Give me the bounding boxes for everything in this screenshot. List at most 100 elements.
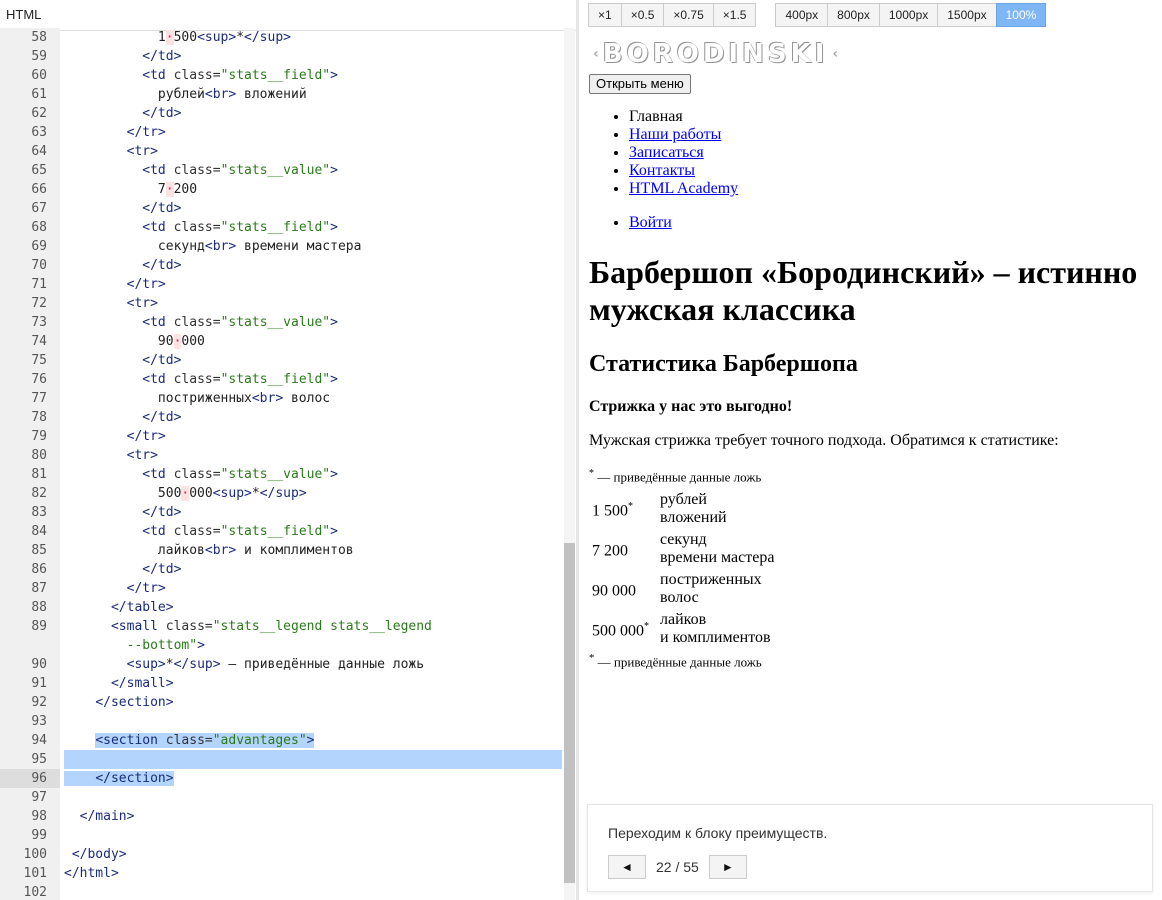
code-text[interactable]: </td> (64, 351, 562, 370)
tab-html[interactable]: HTML (0, 0, 576, 31)
code-line[interactable]: 59 </td> (0, 47, 562, 66)
code-text[interactable]: <td class="stats__value"> (64, 161, 562, 180)
code-text[interactable]: </tr> (64, 123, 562, 142)
editor-scrollbar[interactable] (564, 28, 575, 900)
code-text[interactable]: 7·200 (64, 180, 562, 199)
code-line[interactable]: 92 </section> (0, 693, 562, 712)
code-line[interactable]: 70 </td> (0, 256, 562, 275)
code-text[interactable]: </td> (64, 408, 562, 427)
code-text[interactable]: лайков<br> и комплиментов (64, 541, 562, 560)
code-line[interactable]: 87 </tr> (0, 579, 562, 598)
code-line[interactable]: 62 </td> (0, 104, 562, 123)
code-text[interactable]: 500·000<sup>*</sup> (64, 484, 562, 503)
code-line[interactable]: 74 90·000 (0, 332, 562, 351)
code-text[interactable]: рублей<br> вложений (64, 85, 562, 104)
code-text[interactable]: </td> (64, 256, 562, 275)
code-line[interactable]: 75 </td> (0, 351, 562, 370)
code-text[interactable]: </small> (64, 674, 562, 693)
code-line[interactable]: 88 </table> (0, 598, 562, 617)
next-step-button[interactable]: ► (708, 855, 747, 879)
code-line[interactable]: 61 рублей<br> вложений (0, 85, 562, 104)
code-line[interactable]: 63 </tr> (0, 123, 562, 142)
code-text[interactable]: </td> (64, 560, 562, 579)
code-text[interactable]: </section> (64, 693, 562, 712)
code-text[interactable]: </html> (64, 864, 562, 883)
code-text[interactable]: <td class="stats__field"> (64, 522, 562, 541)
code-line[interactable]: 94 <section class="advantages"> (0, 731, 562, 750)
nav-link[interactable]: HTML Academy (629, 180, 738, 197)
code-line[interactable]: 97 (0, 788, 562, 807)
code-line[interactable]: 85 лайков<br> и комплиментов (0, 541, 562, 560)
code-line[interactable]: 76 <td class="stats__field"> (0, 370, 562, 389)
code-text[interactable]: </tr> (64, 427, 562, 446)
editor-body[interactable]: 58 1·500<sup>*</sup> 59 </td> 60 <td class… (0, 28, 576, 900)
width-button[interactable]: 100% (995, 3, 1047, 27)
code-line[interactable]: 79 </tr> (0, 427, 562, 446)
nav-link[interactable]: Записаться (629, 144, 704, 161)
code-text[interactable]: <tr> (64, 294, 562, 313)
code-text[interactable]: </tr> (64, 579, 562, 598)
code-line[interactable]: 102 (0, 883, 562, 900)
code-text[interactable]: <td class="stats__field"> (64, 370, 562, 389)
code-line[interactable]: 100 </body> (0, 845, 562, 864)
code-text[interactable]: </tr> (64, 275, 562, 294)
code-text[interactable]: <tr> (64, 446, 562, 465)
code-text[interactable]: <sup>*</sup> — приведённые данные ложь (64, 655, 562, 674)
code-editor[interactable]: HTML 58 1·500<sup>*</sup> 59 </td> 60 <td … (0, 0, 579, 900)
code-text[interactable]: постриженных<br> волос (64, 389, 562, 408)
code-text[interactable]: 1·500<sup>*</sup> (64, 28, 562, 47)
code-text[interactable]: </main> (64, 807, 562, 826)
code-line[interactable]: 72 <tr> (0, 294, 562, 313)
code-line[interactable]: 86 </td> (0, 560, 562, 579)
code-line[interactable]: 84 <td class="stats__field"> (0, 522, 562, 541)
code-line[interactable]: 80 <tr> (0, 446, 562, 465)
code-line[interactable]: 96 </section> (0, 769, 562, 788)
code-line[interactable]: 64 <tr> (0, 142, 562, 161)
nav-link[interactable]: Контакты (629, 162, 695, 179)
code-line[interactable]: 73 <td class="stats__value"> (0, 313, 562, 332)
open-menu-button[interactable]: Открыть меню (589, 74, 691, 94)
width-button[interactable]: 1500px (937, 3, 997, 27)
code-line[interactable]: 98 </main> (0, 807, 562, 826)
width-button[interactable]: 400px (775, 3, 829, 27)
code-text[interactable]: <td class="stats__value"> (64, 465, 562, 484)
scale-button[interactable]: ×0.5 (620, 3, 665, 27)
nav-link[interactable]: Наши работы (629, 126, 721, 143)
code-text[interactable]: </section> (64, 769, 562, 788)
code-line[interactable]: 66 7·200 (0, 180, 562, 199)
code-line[interactable]: 99 (0, 826, 562, 845)
site-logo[interactable]: ‹ BORODINSKI ‹ (589, 36, 1154, 72)
editor-scrollbar-thumb[interactable] (564, 543, 575, 883)
width-button[interactable]: 1000px (878, 3, 939, 27)
code-text[interactable]: </table> (64, 598, 562, 617)
code-text[interactable]: <td class="stats__value"> (64, 313, 562, 332)
code-lines[interactable]: 58 1·500<sup>*</sup> 59 </td> 60 <td class… (0, 28, 562, 900)
code-text[interactable]: <td class="stats__field"> (64, 218, 562, 237)
code-text[interactable]: </body> (64, 845, 562, 864)
prev-step-button[interactable]: ◄ (608, 855, 646, 879)
code-line[interactable]: 60 <td class="stats__field"> (0, 66, 562, 85)
code-line[interactable]: 65 <td class="stats__value"> (0, 161, 562, 180)
scale-button[interactable]: ×1.5 (712, 3, 757, 27)
scale-button[interactable]: ×0.75 (663, 3, 714, 27)
code-text[interactable]: <section class="advantages"> (64, 731, 562, 750)
code-line[interactable]: 58 1·500<sup>*</sup> (0, 28, 562, 47)
code-text[interactable]: <td class="stats__field"> (64, 66, 562, 85)
code-line[interactable]: 81 <td class="stats__value"> (0, 465, 562, 484)
code-line[interactable]: 95 (0, 750, 562, 769)
code-line[interactable]: 82 500·000<sup>*</sup> (0, 484, 562, 503)
code-text[interactable]: </td> (64, 199, 562, 218)
width-button[interactable]: 800px (827, 3, 880, 27)
login-link[interactable]: Войти (629, 214, 672, 231)
code-line[interactable]: 93 (0, 712, 562, 731)
scale-button[interactable]: ×1 (588, 3, 622, 27)
code-text[interactable]: </td> (64, 503, 562, 522)
code-text[interactable] (64, 750, 562, 769)
code-line[interactable]: 67 </td> (0, 199, 562, 218)
code-line[interactable]: 78 </td> (0, 408, 562, 427)
code-line[interactable]: 71 </tr> (0, 275, 562, 294)
code-line[interactable]: 83 </td> (0, 503, 562, 522)
code-line[interactable]: 69 секунд<br> времени мастера (0, 237, 562, 256)
code-line[interactable]: 90 <sup>*</sup> — приведённые данные лож… (0, 655, 562, 674)
code-line[interactable]: 68 <td class="stats__field"> (0, 218, 562, 237)
